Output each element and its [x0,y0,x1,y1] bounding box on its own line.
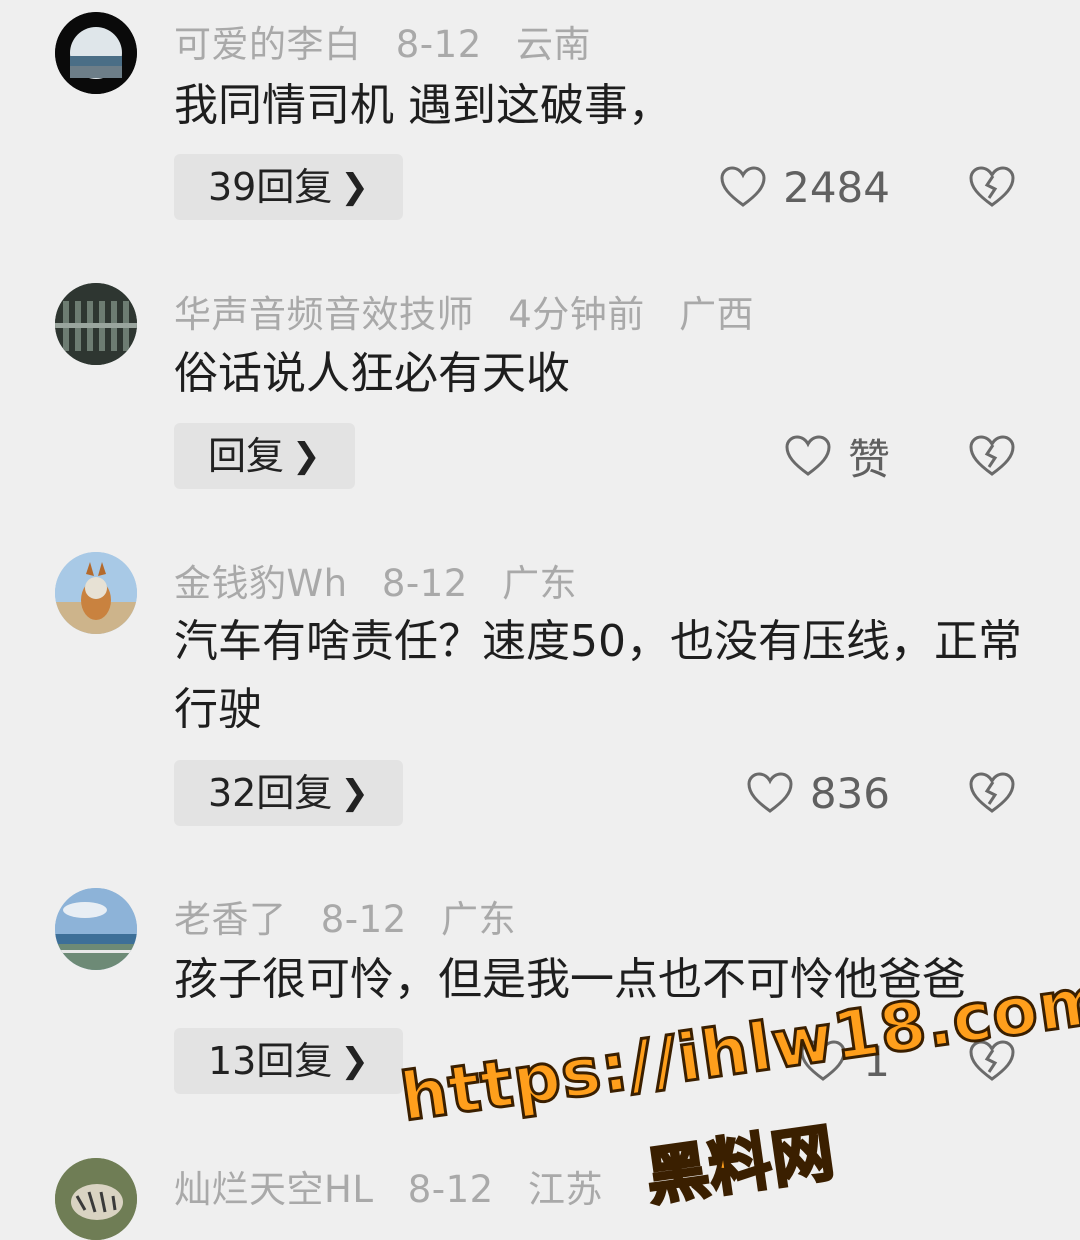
comment-meta: 金钱豹Wh 8-12 广东 [174,553,599,607]
comment-date: 8-12 [381,562,468,605]
comment-location: 广东 [502,562,578,605]
chevron-right-icon: ❯ [340,773,369,813]
chevron-right-icon: ❯ [340,1041,369,1081]
like-button[interactable]: 赞 [784,423,890,489]
avatar[interactable] [55,12,137,94]
comment-meta: 华声音频音效技师 4分钟前 广西 [174,284,776,338]
comment-location: 广西 [679,293,755,336]
reply-label: 32回复 [208,771,333,815]
like-button[interactable]: 2484 [719,154,890,220]
reply-label: 13回复 [208,1039,333,1083]
reply-button[interactable]: 32回复 ❯ [174,760,403,826]
reply-button[interactable]: 13回复 ❯ [174,1028,403,1094]
comment-date: 4分钟前 [508,293,645,336]
dislike-button[interactable] [968,423,1016,489]
comment-text: 俗话说人狂必有天收 [174,348,570,399]
reply-label: 回复 [208,434,285,478]
reply-button[interactable]: 回复 ❯ [174,423,355,489]
watermark-name: 黑料网 [640,1114,840,1216]
comment-date: 8-12 [395,23,482,66]
avatar[interactable] [55,1158,137,1240]
avatar-image [55,12,137,94]
comment-location: 云南 [516,23,592,66]
comment-text: 我同情司机 遇到这破事， [174,80,672,131]
heart-outline-icon [720,166,766,207]
comment-date: 8-12 [407,1168,494,1211]
username[interactable]: 灿烂天空HL [174,1168,373,1211]
like-count: 836 [809,768,890,818]
reply-label: 39回复 [208,165,333,209]
heart-outline-icon [785,435,831,476]
avatar-image [55,888,137,970]
dislike-button[interactable] [968,760,1016,826]
comment-meta: 可爱的李白 8-12 云南 [174,14,613,68]
comment-date: 8-12 [320,898,407,941]
comment-meta: 灿烂天空HL 8-12 江苏 [174,1159,625,1213]
like-count: 赞 [847,434,890,484]
broken-heart-icon [969,166,1015,207]
avatar[interactable] [55,552,137,634]
avatar-image [55,1158,137,1240]
reply-button[interactable]: 39回复 ❯ [174,154,403,220]
username[interactable]: 可爱的李白 [174,23,362,66]
chevron-right-icon: ❯ [292,436,321,476]
avatar[interactable] [55,283,137,365]
like-button[interactable]: 836 [746,760,890,826]
comment-location: 广东 [441,898,517,941]
comment-text: 汽车有啥责任？速度50，也没有压线，正常行驶 [174,616,1022,735]
heart-outline-icon [747,772,793,813]
avatar-image [55,283,137,365]
username[interactable]: 金钱豹Wh [174,562,348,605]
dislike-button[interactable] [968,154,1016,220]
avatar[interactable] [55,888,137,970]
username[interactable]: 华声音频音效技师 [174,293,474,336]
username[interactable]: 老香了 [174,898,287,941]
comment-location: 江苏 [527,1168,603,1211]
like-count: 2484 [783,162,890,212]
chevron-right-icon: ❯ [340,167,369,207]
comment-meta: 老香了 8-12 广东 [174,889,538,943]
avatar-image [55,552,137,634]
broken-heart-icon [969,772,1015,813]
broken-heart-icon [969,435,1015,476]
